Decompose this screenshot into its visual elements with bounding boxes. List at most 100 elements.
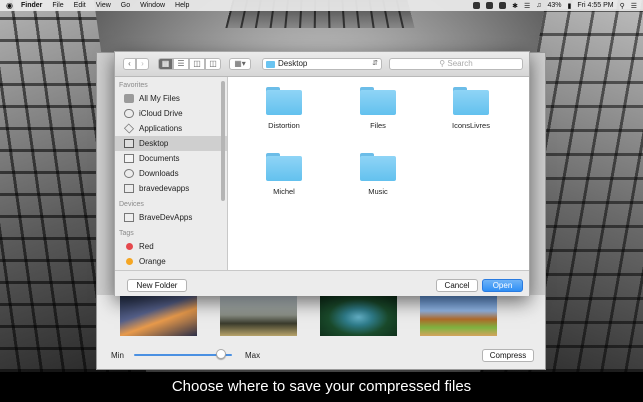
dialog-sidebar: Favorites All My Files iCloud Drive Appl…	[115, 77, 228, 270]
apple-menu-icon[interactable]: ◉	[6, 1, 13, 10]
folder-icon	[360, 87, 396, 115]
search-input[interactable]: ⚲ Search	[389, 58, 523, 70]
sidebar-item-label: Desktop	[139, 139, 169, 148]
folder-item[interactable]: IconsLivres	[431, 87, 511, 130]
sidebar-item-all-my-files[interactable]: All My Files	[115, 91, 227, 106]
menu-edit[interactable]: Edit	[74, 2, 86, 9]
cancel-button[interactable]: Cancel	[436, 279, 478, 292]
image-thumbnail[interactable]	[320, 294, 397, 336]
sidebar-item-documents[interactable]: Documents	[115, 151, 227, 166]
orange-tag-icon	[126, 258, 133, 265]
search-icon: ⚲	[439, 59, 446, 68]
menu-help[interactable]: Help	[175, 2, 189, 9]
sidebar-item-bravedevapps[interactable]: bravedevapps	[115, 181, 227, 196]
volume-icon[interactable]: ♫	[536, 2, 541, 9]
wifi-icon[interactable]: ☰	[524, 2, 530, 10]
battery-percent: 43%	[547, 2, 562, 9]
battery-icon[interactable]: ▮	[568, 2, 572, 10]
promo-caption: Choose where to save your compressed fil…	[0, 372, 643, 402]
folder-icon	[453, 87, 489, 115]
back-button[interactable]: ‹	[123, 58, 136, 70]
notification-center-icon[interactable]: ☰	[631, 2, 637, 10]
menu-window[interactable]: Window	[140, 2, 165, 9]
file-grid: Distortion Files IconsLivres Michel Musi…	[228, 77, 529, 270]
folder-name: Michel	[273, 187, 295, 196]
menu-go[interactable]: Go	[121, 2, 130, 9]
sidebar-scrollbar[interactable]	[221, 81, 225, 201]
sidebar-item-label: Documents	[139, 154, 180, 163]
sidebar-item-label: Applications	[139, 124, 183, 133]
menu-app-name[interactable]: Finder	[21, 2, 42, 9]
folder-name: Music	[368, 187, 388, 196]
image-thumbnail[interactable]	[220, 294, 297, 336]
menu-view[interactable]: View	[96, 2, 111, 9]
open-dialog: ‹ › ▦ ☰ ◫ ◫ ▦▾ Desktop ⇵ ⚲ Search Favori…	[114, 51, 530, 296]
menu-file[interactable]: File	[52, 2, 63, 9]
sidebar-item-downloads[interactable]: Downloads	[115, 166, 227, 181]
sidebar-item-label: Red	[139, 242, 154, 251]
sidebar-item-desktop[interactable]: Desktop	[115, 136, 227, 151]
dialog-toolbar: ‹ › ▦ ☰ ◫ ◫ ▦▾ Desktop ⇵ ⚲ Search	[115, 52, 529, 77]
sidebar-item-bravedevapps-device[interactable]: BraveDevApps	[115, 210, 227, 225]
documents-icon	[124, 154, 134, 163]
status-app-icon[interactable]	[473, 2, 481, 9]
location-label: Desktop	[278, 59, 308, 68]
menu-bar: ◉ Finder File Edit View Go Window Help ✱…	[0, 0, 643, 11]
red-tag-icon	[126, 243, 133, 250]
slider-max-label: Max	[245, 351, 261, 360]
new-folder-button[interactable]: New Folder	[127, 279, 187, 292]
folder-item[interactable]: Music	[338, 153, 418, 196]
chevron-updown-icon: ⇵	[372, 60, 378, 67]
sidebar-heading-devices: Devices	[119, 201, 144, 208]
location-popup[interactable]: Desktop ⇵	[262, 58, 382, 70]
sidebar-heading-favorites: Favorites	[119, 82, 148, 89]
folder-icon	[266, 87, 302, 115]
computer-icon	[124, 213, 134, 222]
sidebar-item-label: All My Files	[139, 94, 180, 103]
folder-name: Distortion	[268, 121, 300, 130]
folder-item[interactable]: Files	[338, 87, 418, 130]
all-files-icon	[124, 94, 134, 103]
column-view-button[interactable]: ◫	[189, 58, 205, 70]
downloads-icon	[124, 169, 134, 178]
sidebar-heading-tags: Tags	[119, 230, 134, 237]
sidebar-item-label: bravedevapps	[139, 184, 190, 193]
desktop-icon	[124, 139, 134, 148]
bluetooth-icon[interactable]: ✱	[512, 2, 518, 10]
clock[interactable]: Fri 4:55 PM	[577, 2, 613, 9]
sidebar-tag-red[interactable]: Red	[115, 239, 227, 254]
folder-icon	[266, 153, 302, 181]
applications-icon	[123, 123, 135, 134]
icon-view-button[interactable]: ▦	[158, 58, 173, 70]
cloud-icon	[124, 109, 134, 118]
compress-button[interactable]: Compress	[482, 349, 534, 362]
sidebar-item-label: Downloads	[139, 169, 179, 178]
sidebar-item-label: iCloud Drive	[139, 109, 183, 118]
folder-name: IconsLivres	[452, 121, 490, 130]
dialog-button-bar: New Folder Cancel Open	[115, 270, 529, 296]
folder-item[interactable]: Distortion	[244, 87, 324, 130]
home-icon	[124, 184, 134, 193]
quality-slider-knob[interactable]	[216, 349, 226, 359]
folder-icon	[360, 153, 396, 181]
forward-button[interactable]: ›	[136, 58, 149, 70]
image-thumbnail[interactable]	[420, 294, 497, 336]
folder-name: Files	[370, 121, 386, 130]
slider-min-label: Min	[111, 351, 124, 360]
folder-item[interactable]: Michel	[244, 153, 324, 196]
arrange-button[interactable]: ▦▾	[229, 58, 251, 70]
search-placeholder: Search	[447, 59, 473, 68]
sidebar-item-label: Orange	[139, 257, 166, 266]
spotlight-search-icon[interactable]: ⚲	[620, 2, 625, 10]
sidebar-item-icloud-drive[interactable]: iCloud Drive	[115, 106, 227, 121]
status-app-icon[interactable]	[499, 2, 507, 9]
quality-slider-row: Min Max Compress	[96, 344, 546, 366]
sidebar-tag-orange[interactable]: Orange	[115, 254, 227, 269]
folder-icon	[266, 60, 275, 68]
open-button[interactable]: Open	[482, 279, 523, 292]
image-thumbnail[interactable]	[120, 294, 197, 336]
list-view-button[interactable]: ☰	[173, 58, 189, 70]
status-app-icon[interactable]	[486, 2, 494, 9]
sidebar-item-applications[interactable]: Applications	[115, 121, 227, 136]
coverflow-view-button[interactable]: ◫	[205, 58, 221, 70]
